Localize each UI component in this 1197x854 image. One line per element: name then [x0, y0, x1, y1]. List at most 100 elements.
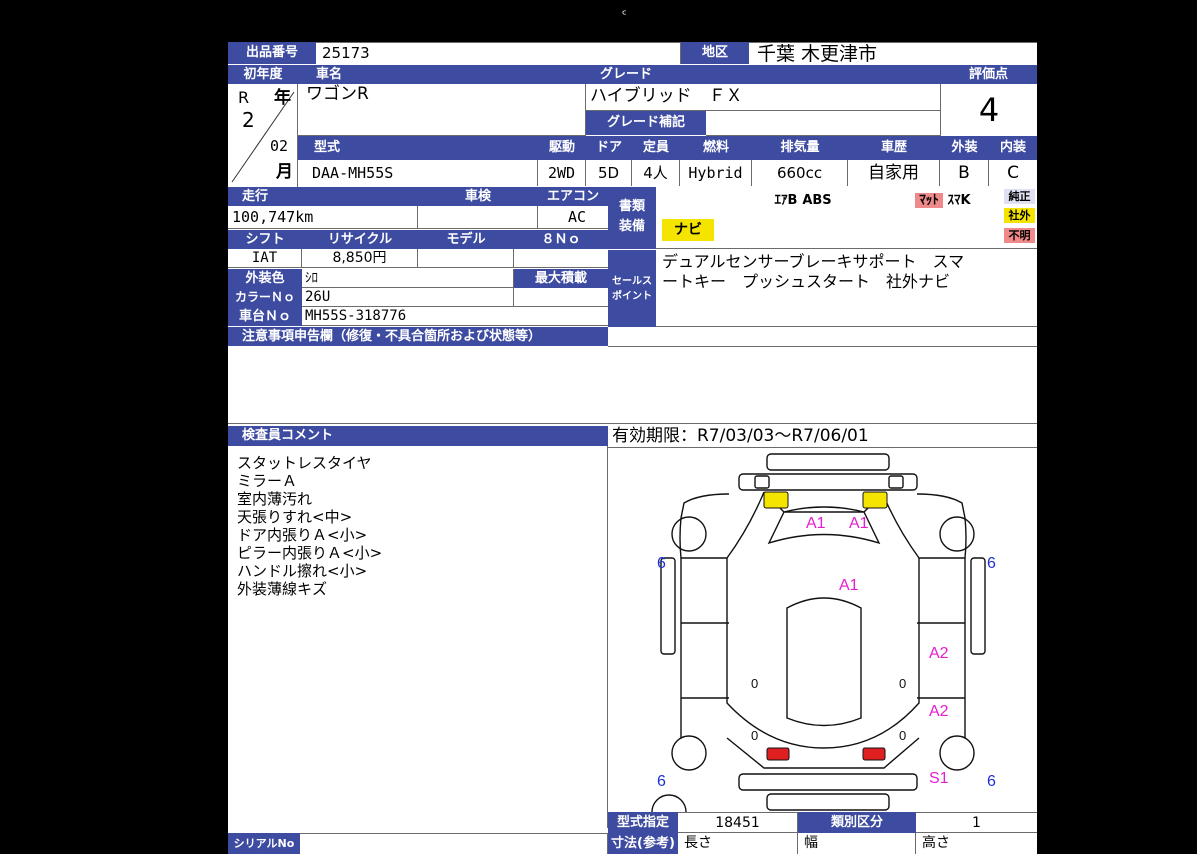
ac-label: エアコン [538, 187, 608, 206]
exterior-value: B [940, 160, 989, 186]
shift-value: IAT [228, 249, 302, 268]
displacement-value: 660cc [752, 160, 848, 186]
chassis-value: MH55S-318776 [302, 307, 608, 326]
history-value: 自家用 [848, 160, 940, 186]
grade-value: ハイブリッド ＦＸ [586, 84, 940, 111]
recycle-label: リサイクル [302, 230, 418, 249]
tag-abs: ABS [802, 193, 832, 208]
ext-color-value: ｼﾛ [302, 269, 514, 288]
drive-value: 2WD [538, 160, 586, 186]
tag-airbag: ｴｱB [774, 193, 798, 208]
chassis-label: 車台Ｎｏ [228, 307, 302, 326]
year-num: 2 [242, 110, 255, 130]
sales-line-2: ートキー プッシュスタート 社外ナビ [662, 272, 951, 291]
comment-line: ドア内張りＡ<小> [237, 526, 368, 544]
tag-smartkey: ｽﾏK [947, 193, 971, 208]
damage-mark: S1 [929, 770, 949, 787]
door-zero-mark: 0 [899, 728, 906, 743]
top-mark: ᶜ [622, 8, 627, 23]
car-name-label: 車名 [298, 65, 586, 84]
interior-label: 内装 [989, 136, 1037, 160]
ac-value: AC [538, 206, 608, 229]
tire-depth-mark: 6 [987, 555, 996, 572]
no8-label: ８Ｎｏ [514, 230, 608, 249]
door-zero-mark: 0 [751, 676, 758, 691]
tag-genuine: 純正 [1004, 189, 1035, 204]
month-char: 月 [276, 162, 293, 182]
comment-list: スタットレスタイヤ ミラーＡ 室内薄汚れ 天張りすれ<中> ドア内張りＡ<小> ピラー内張… [237, 454, 382, 598]
damage-mark: A1 [839, 577, 859, 594]
class-label: 類別区分 [798, 812, 916, 833]
tag-mat: ﾏｯﾄ [915, 193, 943, 208]
shift-label: シフト [228, 230, 302, 249]
notes-area [228, 346, 1037, 424]
length-label: 長さ [678, 833, 798, 854]
damage-mark: A2 [929, 645, 949, 662]
model-label-2: モデル [418, 230, 514, 249]
fuel-label: 燃料 [680, 136, 752, 160]
car-name: ワゴンR [298, 84, 586, 136]
tag-navi: ナビ [662, 219, 714, 241]
car-diagram-svg: A1A1A1A2A2S166660000無 [651, 453, 996, 812]
notes-label: 注意事項申告欄（修復・不具合箇所および状態等） [228, 327, 608, 346]
tag-unknown: 不明 [1004, 228, 1035, 243]
door-value: 5D [586, 160, 632, 186]
inspection-value [418, 206, 538, 229]
serial-label: シリアルNo [228, 833, 300, 854]
color-no-value: 26U [302, 288, 514, 307]
comment-line: 室内薄汚れ [237, 490, 313, 508]
history-label: 車歴 [848, 136, 940, 160]
model-label: 型式 [298, 136, 538, 160]
displacement-label: 排気量 [752, 136, 848, 160]
max-load-value [514, 288, 608, 307]
score-label: 評価点 [940, 65, 1037, 84]
region-label: 地区 [681, 42, 749, 64]
damage-mark: A2 [929, 703, 949, 720]
seats-label: 定員 [632, 136, 680, 160]
dims-label: 寸法(参考) [608, 833, 678, 854]
mileage-value: 100,747km [228, 206, 418, 229]
width-label: 幅 [798, 833, 916, 854]
grade-label: グレード [586, 65, 940, 84]
type-cert-label: 型式指定 [608, 812, 678, 833]
first-reg-block: R 年 2 02 月 [228, 84, 298, 187]
sales-point-label: セールス ポイント [608, 250, 656, 327]
sales-point-area: デュアルセンサーブレーキサポート スマ ートキー プッシュスタート 社外ナビ [656, 250, 1037, 327]
max-load-label: 最大積載 [514, 269, 608, 288]
tire-depth-mark: 6 [987, 773, 996, 790]
era: R [238, 88, 250, 107]
region-value: 千葉 木更津市 [749, 42, 1037, 64]
tire-depth-mark: 6 [657, 773, 666, 790]
validity-period: 有効期限：R7/03/03～R7/06/01 [608, 424, 1037, 448]
lot-number: 25173 [316, 42, 681, 64]
model-value: DAA-MH55S [298, 160, 538, 186]
equipment-area: ｴｱB ABS ﾏｯﾄ ｽﾏK 純正 社外 不明 ナビ [656, 187, 1037, 249]
inspection-label: 車検 [418, 187, 538, 206]
color-no-label: カラーＮｏ [228, 288, 302, 307]
class-value: 1 [916, 812, 1037, 833]
comment-line: スタットレスタイヤ [237, 454, 372, 472]
inspector-comment-label: 検査員コメント [228, 426, 608, 446]
ext-color-label: 外装色 [228, 269, 302, 288]
seats-value: 4人 [632, 160, 680, 186]
lot-label: 出品番号 [228, 42, 316, 64]
damage-mark: A1 [849, 515, 869, 532]
serial-value [300, 833, 608, 854]
exterior-label: 外装 [940, 136, 989, 160]
inspector-comments: スタットレスタイヤ ミラーＡ 室内薄汚れ 天張りすれ<中> ドア内張りＡ<小> ピラー内張… [228, 446, 608, 828]
fuel-value: Hybrid [680, 160, 752, 186]
drive-label: 駆動 [538, 136, 586, 160]
car-diagram: A1A1A1A2A2S166660000無 [609, 448, 1037, 812]
comment-line: ピラー内張りＡ<小> [237, 544, 383, 562]
type-cert-value: 18451 [678, 812, 798, 833]
door-label: ドア [586, 136, 632, 160]
sales-line-1: デュアルセンサーブレーキサポート スマ [662, 252, 965, 271]
door-zero-mark: 0 [899, 676, 906, 691]
comment-line: ミラーＡ [237, 472, 298, 490]
notes-right [608, 327, 1037, 347]
door-zero-mark: 0 [751, 728, 758, 743]
comment-line: 外装薄線キズ [237, 580, 328, 598]
first-reg-label: 初年度 [228, 65, 298, 84]
grade-sub-label: グレード補記 [586, 111, 706, 135]
tire-depth-mark: 6 [657, 555, 666, 572]
